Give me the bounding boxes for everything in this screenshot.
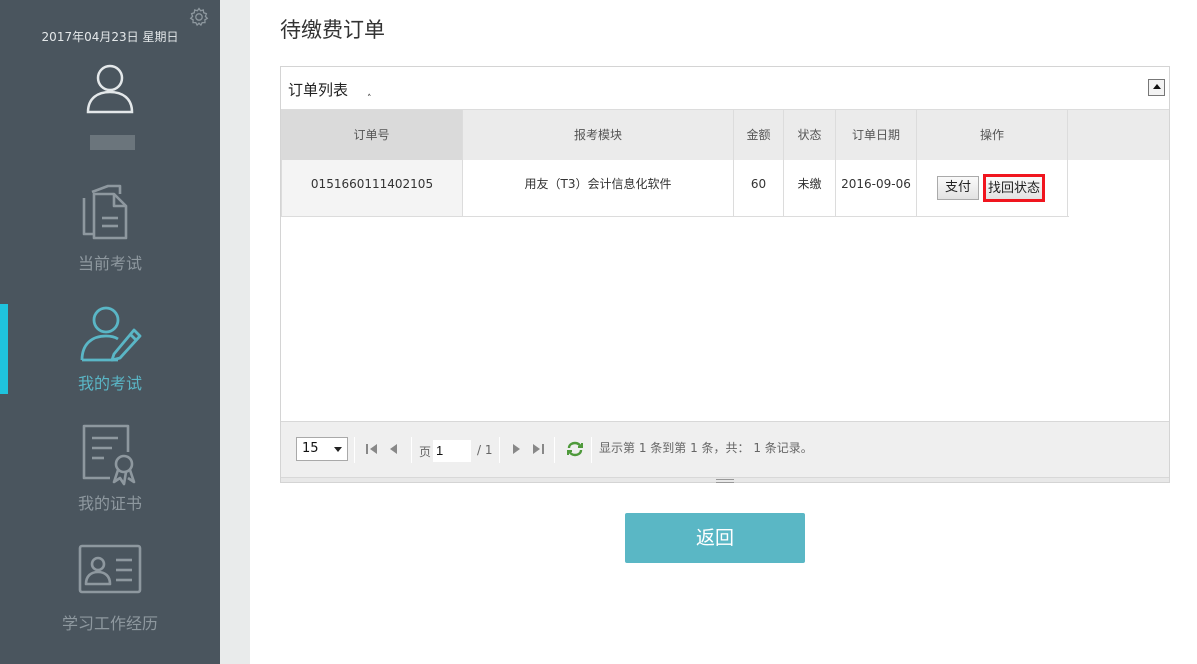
cell-module: 用友（T3）会计信息化软件 [463,160,734,216]
refresh-icon[interactable] [566,441,584,457]
pay-button[interactable]: 支付 [937,176,979,200]
nav-my-certificate[interactable]: 我的证书 [0,422,220,532]
cell-order-no: 0151660111402105 [281,160,463,216]
cell-actions: 支付 找回状态 [917,160,1068,216]
total-pages: / 1 [477,443,493,457]
nav-current-exam-label: 当前考试 [77,254,142,273]
divider [499,437,500,463]
cell-amount: 60 [734,160,784,216]
username-placeholder [90,135,135,150]
next-page-icon[interactable] [509,441,523,457]
recover-status-button[interactable]: 找回状态 [983,174,1045,202]
sidebar: 2017年04月23日 星期日 当前考试 我的考试 我的证书 学习工作经历 [0,0,220,664]
nav-current-exam[interactable]: 当前考试 [0,182,220,292]
id-card-icon [78,542,142,606]
column-header-date[interactable]: 订单日期 [836,110,917,160]
column-header-amount[interactable]: 金额 [734,110,784,160]
user-edit-icon [78,302,142,366]
cell-date: 2016-09-06 [836,160,917,216]
page-number-input[interactable] [433,440,471,462]
pagination-summary: 显示第 1 条到第 1 条，共： 1 条记录。 [599,441,813,455]
sidebar-gutter [220,0,250,664]
divider [554,437,555,463]
panel-header: 订单列表 [281,67,1169,110]
table-header: ˄ 订单号 报考模块 金额 状态 订单日期 操作 [281,94,1169,160]
page-title: 待缴费订单 [280,18,385,42]
column-header-actions: 操作 [917,110,1068,160]
nav-my-exam-label: 我的考试 [77,374,142,393]
pagination-toolbar: 15 页 / 1 显示第 1 条到第 [281,421,1169,477]
order-list-panel: 订单列表 ˄ 订单号 报考模块 金额 状态 订单日期 操作 0151660111… [280,66,1170,483]
gear-icon[interactable] [188,6,210,28]
current-date: 2017年04月23日 星期日 [41,30,179,44]
last-page-icon[interactable] [531,441,545,457]
page-size-select[interactable]: 15 [296,437,348,461]
panel-title: 订单列表 [288,81,349,99]
nav-my-certificate-label: 我的证书 [77,494,142,513]
divider [354,437,355,463]
chevron-down-icon [334,447,342,452]
cell-status: 未缴 [784,160,836,216]
table-row: 0151660111402105 用友（T3）会计信息化软件 60 未缴 201… [281,160,1069,217]
resize-handle[interactable] [281,477,1169,483]
column-header-status[interactable]: 状态 [784,110,836,160]
divider [411,437,412,463]
page-label: 页 [419,445,432,459]
column-header-order-no[interactable]: ˄ 订单号 [281,94,463,160]
first-page-icon[interactable] [365,441,379,457]
collapse-button[interactable] [1148,79,1165,96]
nav-my-exam[interactable]: 我的考试 [0,302,220,412]
divider [591,437,592,463]
sort-indicator-icon: ˄ [367,94,372,104]
column-header-module[interactable]: 报考模块 [463,110,734,160]
user-avatar-icon[interactable] [85,62,135,116]
nav-study-work-history[interactable]: 学习工作经历 [0,542,220,652]
back-button[interactable]: 返回 [625,513,805,563]
nav-study-work-history-label: 学习工作经历 [61,614,158,633]
prev-page-icon[interactable] [387,441,401,457]
documents-icon [78,182,142,246]
certificate-icon [78,422,142,486]
